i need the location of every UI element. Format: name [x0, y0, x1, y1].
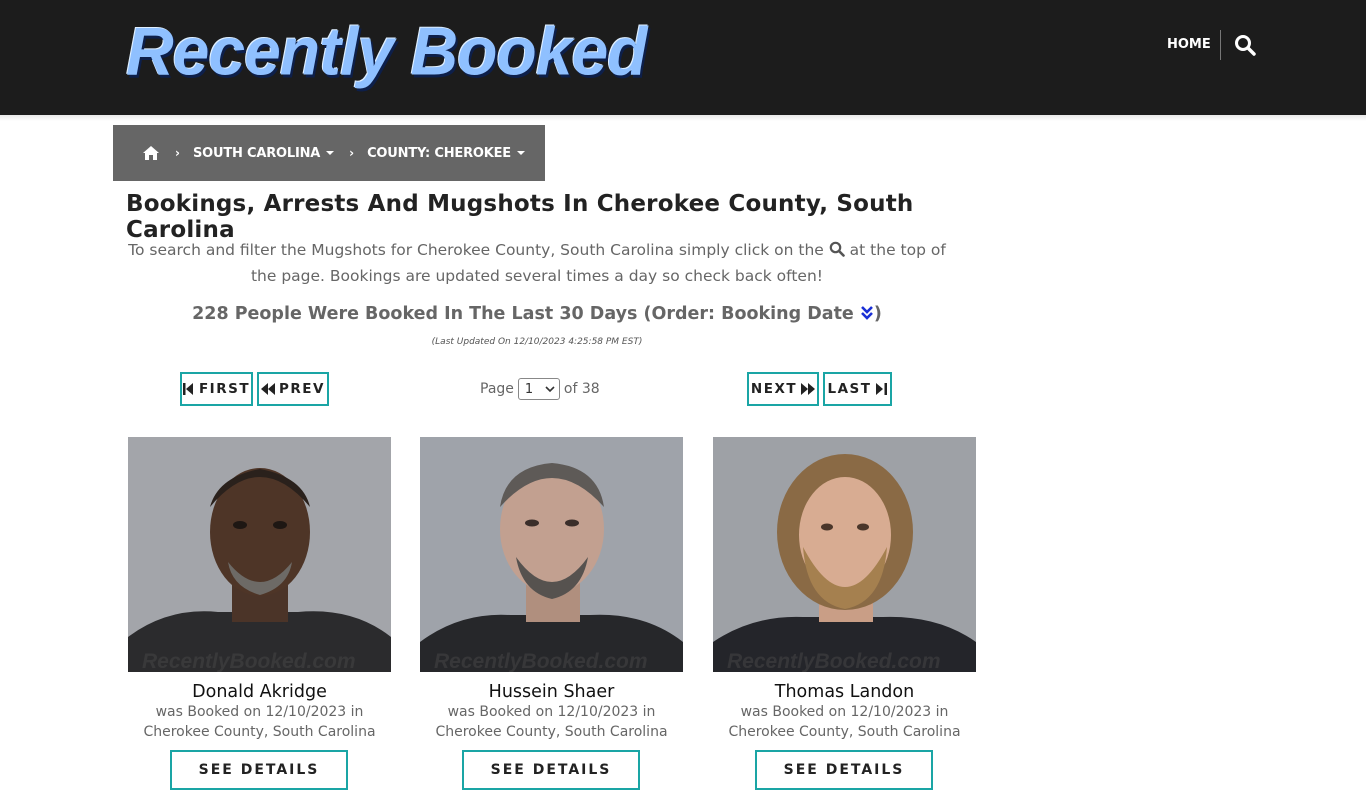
booking-date-text: was Booked on 12/10/2023 in	[155, 704, 364, 720]
page-select[interactable]: 1	[517, 378, 560, 400]
page-total: of 38	[563, 381, 600, 397]
rewind-icon	[261, 383, 276, 395]
booking-location-text: Cherokee County, South Carolina	[143, 724, 376, 740]
breadcrumb-county-label: COUNTY: CHEROKEE	[367, 145, 511, 161]
first-page-button[interactable]: FIRST	[180, 372, 253, 406]
site-logo[interactable]: Recently Booked	[126, 17, 647, 84]
next-page-label: NEXT	[750, 381, 798, 397]
booking-count-text: 228 People Were Booked In The Last 30 Da…	[192, 304, 860, 324]
booking-count-close: )	[873, 304, 882, 324]
intro-before: To search and filter the Mugshots for Ch…	[128, 241, 829, 259]
search-icon[interactable]	[1234, 34, 1256, 56]
last-page-label: LAST	[827, 381, 872, 397]
watermark: RecentlyBooked.com	[727, 650, 941, 672]
fast-forward-icon	[801, 383, 816, 395]
header-shadow	[0, 115, 1366, 121]
home-icon[interactable]	[142, 145, 160, 161]
breadcrumb-state-label: SOUTH CAROLINA	[192, 145, 321, 161]
caret-down-icon	[516, 151, 525, 155]
site-header: Recently Booked HOME	[0, 0, 1366, 115]
see-details-button[interactable]: SEE DETAILS	[462, 750, 640, 790]
chevron-right-icon: ›	[175, 146, 180, 160]
booking-location-text: Cherokee County, South Carolina	[728, 724, 961, 740]
page-title: Bookings, Arrests And Mugshots In Cherok…	[126, 191, 914, 243]
watermark: RecentlyBooked.com	[142, 650, 356, 672]
booking-date-text: was Booked on 12/10/2023 in	[740, 704, 949, 720]
inmate-name[interactable]: Thomas Landon	[713, 682, 976, 702]
see-details-button[interactable]: SEE DETAILS	[170, 750, 348, 790]
mugshot-image[interactable]: RecentlyBooked.com	[713, 437, 976, 672]
prev-page-button[interactable]: PREV	[257, 372, 329, 406]
search-icon	[829, 239, 845, 257]
first-page-label: FIRST	[198, 381, 251, 397]
mugshot-image[interactable]: RecentlyBooked.com	[420, 437, 683, 672]
page-label: Page	[480, 381, 514, 397]
last-page-button[interactable]: LAST	[823, 372, 892, 406]
breadcrumb-county[interactable]: COUNTY: CHEROKEE	[367, 146, 525, 161]
chevron-right-icon: ›	[349, 146, 355, 160]
breadcrumb: › SOUTH CAROLINA › COUNTY: CHEROKEE	[113, 125, 545, 181]
mugshot-image[interactable]: RecentlyBooked.com	[128, 437, 391, 672]
double-chevron-down-icon[interactable]	[860, 305, 874, 321]
watermark: RecentlyBooked.com	[434, 650, 648, 672]
booking-location-text: Cherokee County, South Carolina	[435, 724, 668, 740]
see-details-button[interactable]: SEE DETAILS	[755, 750, 933, 790]
skip-last-icon	[876, 383, 888, 395]
skip-first-icon	[182, 383, 193, 395]
booking-count: 228 People Were Booked In The Last 30 Da…	[126, 304, 948, 324]
last-updated: (Last Updated On 12/10/2023 4:25:58 PM E…	[431, 337, 643, 347]
next-page-button[interactable]: NEXT	[747, 372, 819, 406]
booking-date-text: was Booked on 12/10/2023 in	[447, 704, 656, 720]
inmate-name[interactable]: Donald Akridge	[128, 682, 391, 702]
nav-home-link[interactable]: HOME	[1167, 37, 1211, 52]
chevron-down-icon	[545, 386, 555, 393]
nav-divider	[1220, 30, 1221, 60]
booking-card: RecentlyBooked.com Hussein Shaer was Boo…	[420, 437, 683, 790]
caret-down-icon	[326, 151, 335, 155]
page-indicator: Page 1 of 38	[480, 378, 600, 400]
breadcrumb-state[interactable]: SOUTH CAROLINA	[192, 145, 335, 161]
current-page-value: 1	[524, 381, 534, 397]
booking-card: RecentlyBooked.com Donald Akridge was Bo…	[128, 437, 391, 790]
intro-text: To search and filter the Mugshots for Ch…	[126, 237, 948, 289]
booking-card: RecentlyBooked.com Thomas Landon was Boo…	[713, 437, 976, 790]
prev-page-label: PREV	[279, 381, 325, 397]
inmate-name[interactable]: Hussein Shaer	[420, 682, 683, 702]
